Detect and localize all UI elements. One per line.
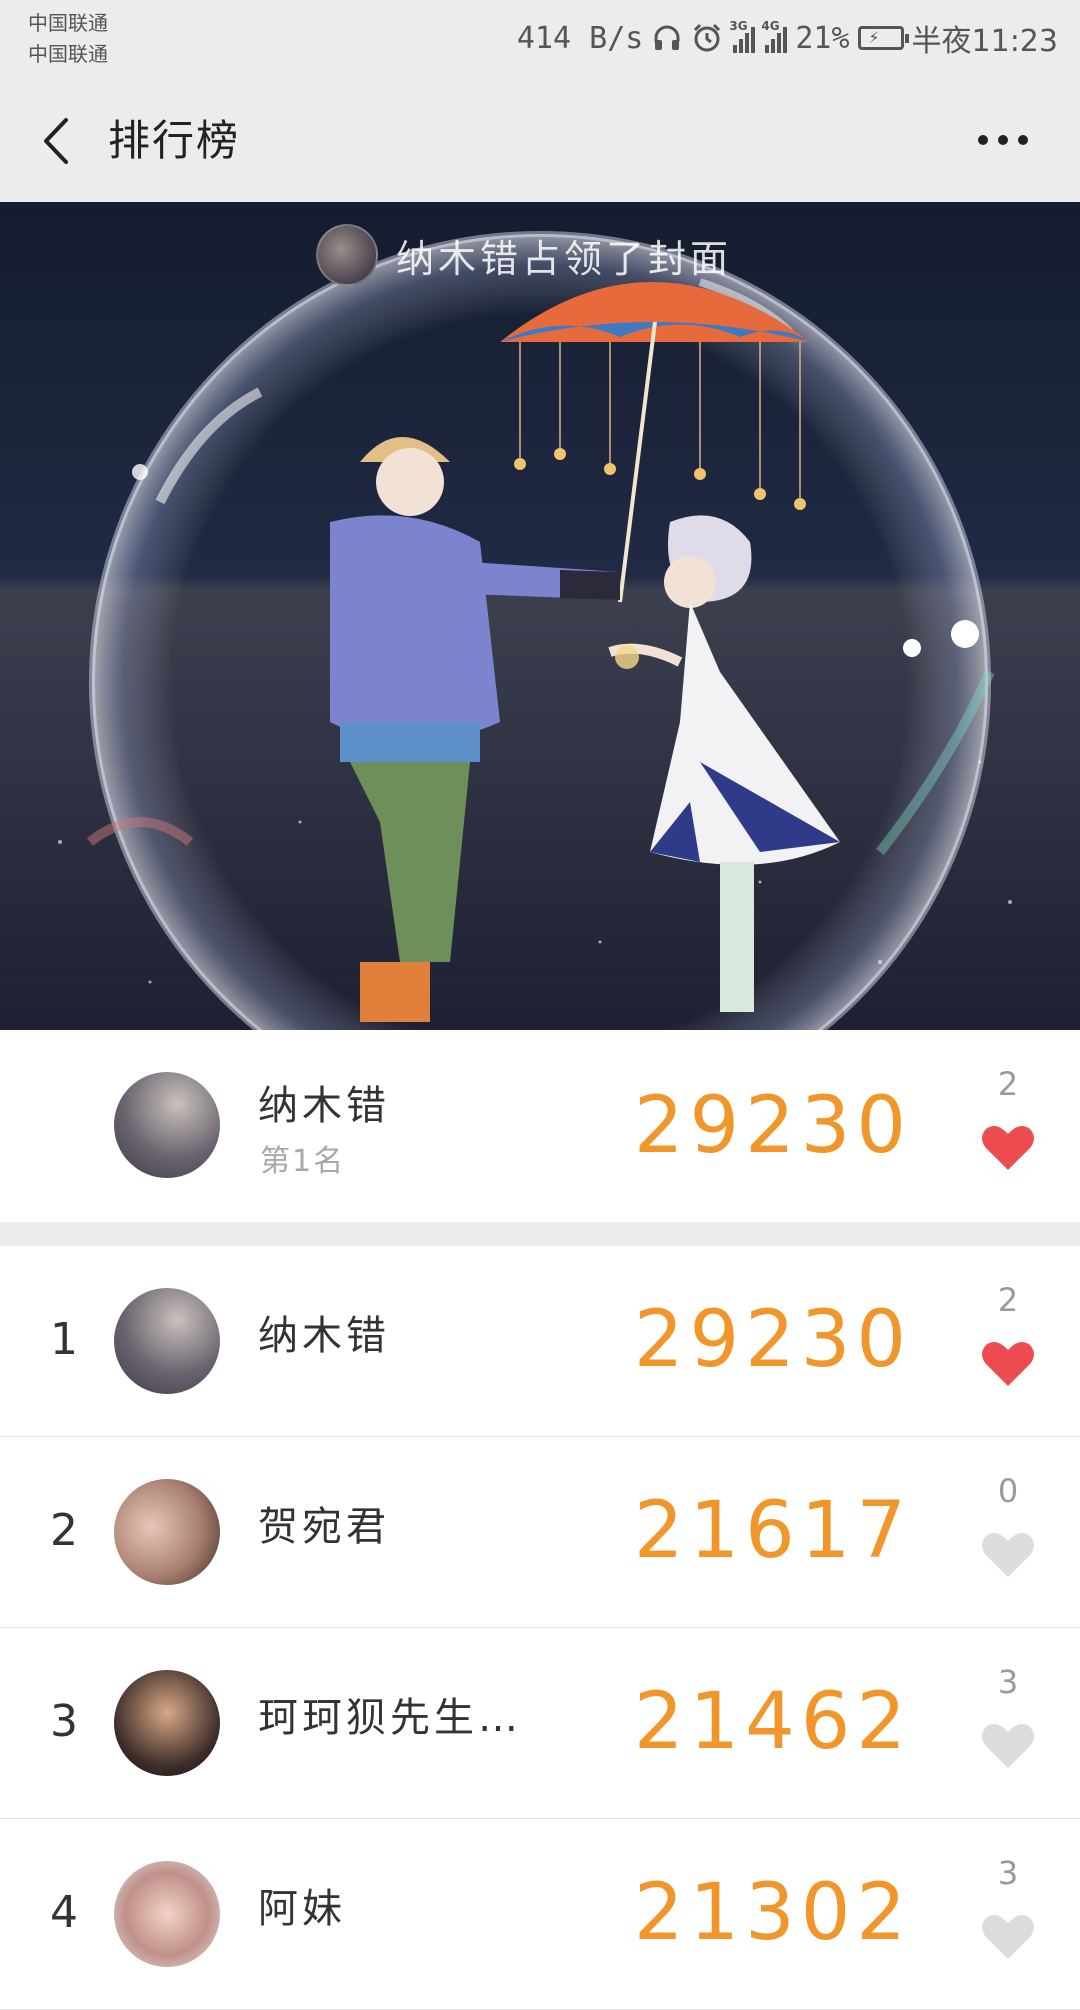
- app-bar: 排行榜: [0, 80, 1080, 203]
- my-avatar[interactable]: [114, 1072, 220, 1178]
- battery-percent: 21%: [795, 20, 850, 56]
- rank-number: 1: [50, 1314, 78, 1365]
- headphones-icon: [654, 25, 680, 50]
- rank-number: 4: [50, 1887, 78, 1938]
- avatar[interactable]: [114, 1670, 220, 1776]
- signal-4g-icon: 4G: [761, 19, 788, 53]
- like-count: 3: [997, 1854, 1019, 1892]
- status-indicators: 414 B/s 3G 4G 21% ⚡ 半夜11:23: [509, 16, 1058, 60]
- step-count: 21462: [633, 1677, 912, 1767]
- cover-image[interactable]: 纳木错占领了封面: [0, 202, 1080, 1030]
- user-name: 阿妹: [258, 1886, 346, 1932]
- my-rank-position: 第1名: [260, 1144, 346, 1179]
- step-count: 29230: [633, 1295, 912, 1385]
- heart-icon[interactable]: [980, 1529, 1036, 1579]
- signal-3g-icon: 3G: [729, 19, 756, 53]
- cover-illustration: [0, 202, 1080, 1030]
- my-step-count: 29230: [633, 1081, 912, 1171]
- my-name: 纳木错: [258, 1083, 390, 1129]
- step-count: 21617: [633, 1486, 912, 1576]
- cover-caption: 纳木错占领了封面: [316, 224, 732, 286]
- list-item[interactable]: 4 阿妹 21302 3: [0, 1819, 1080, 2010]
- user-name: 纳木错: [258, 1313, 390, 1359]
- like-count: 3: [997, 1663, 1019, 1701]
- heart-icon[interactable]: [980, 1720, 1036, 1770]
- ranking-list: 1 纳木错 29230 2 2 贺宛君 21617 0 3 珂珂狈先生… 214…: [0, 1246, 1080, 2010]
- heart-icon[interactable]: [980, 1911, 1036, 1961]
- like-count: 0: [997, 1472, 1019, 1510]
- rank-number: 2: [50, 1505, 78, 1556]
- clock: 半夜11:23: [911, 24, 1058, 59]
- my-rank-card[interactable]: 纳木错 第1名 29230 2: [0, 1030, 1080, 1222]
- network-speed: 414 B/s: [516, 20, 644, 56]
- status-bar: 中国联通 中国联通 414 B/s 3G 4G 21% ⚡ 半夜11:23: [0, 0, 1080, 80]
- back-arrow-icon[interactable]: [36, 116, 82, 166]
- page-title: 排行榜: [108, 116, 241, 165]
- avatar[interactable]: [114, 1861, 220, 1967]
- heart-icon[interactable]: [980, 1122, 1036, 1172]
- list-item[interactable]: 1 纳木错 29230 2: [0, 1246, 1080, 1437]
- battery-charging-icon: ⚡: [857, 26, 909, 50]
- cover-owner-avatar[interactable]: [316, 224, 378, 286]
- my-like-count: 2: [997, 1065, 1019, 1103]
- like-count: 2: [997, 1281, 1019, 1319]
- avatar[interactable]: [114, 1479, 220, 1585]
- user-name: 贺宛君: [258, 1504, 390, 1550]
- rank-number: 3: [50, 1696, 78, 1747]
- user-name: 珂珂狈先生…: [258, 1695, 522, 1741]
- avatar[interactable]: [114, 1288, 220, 1394]
- alarm-icon: [694, 23, 721, 52]
- carrier-1: 中国联通: [28, 11, 108, 35]
- more-options-icon[interactable]: [976, 128, 1030, 152]
- heart-icon[interactable]: [980, 1338, 1036, 1388]
- list-item[interactable]: 3 珂珂狈先生… 21462 3: [0, 1628, 1080, 1819]
- step-count: 21302: [633, 1868, 912, 1958]
- list-item[interactable]: 2 贺宛君 21617 0: [0, 1437, 1080, 1628]
- section-divider: [0, 1222, 1080, 1246]
- cover-caption-text: 纳木错占领了封面: [396, 236, 733, 281]
- carrier-2: 中国联通: [28, 42, 108, 66]
